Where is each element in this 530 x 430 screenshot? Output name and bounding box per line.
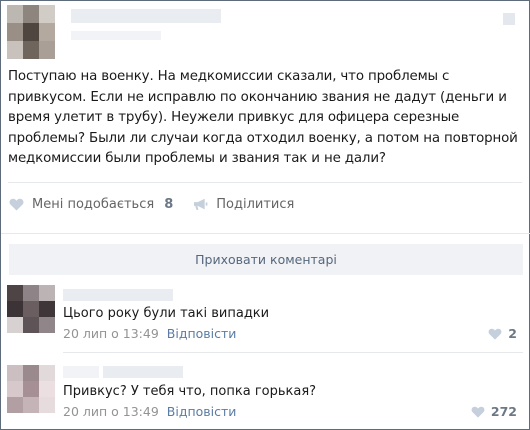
comment-time[interactable]: 20 лип о 13:49 <box>63 404 159 419</box>
more-icon[interactable] <box>503 13 515 25</box>
like-label: Мені подобається <box>32 196 155 212</box>
share-label: Поділитися <box>216 196 295 212</box>
comment-author-blurred[interactable] <box>63 366 99 378</box>
reply-link[interactable]: Відповісти <box>167 404 237 419</box>
comment-meta: 20 лип о 13:49 Відповісти <box>63 404 236 419</box>
comment-like-button[interactable]: 272 <box>471 404 517 419</box>
post-card: Поступаю на военку. На медкомиссии сказа… <box>0 0 530 430</box>
heart-icon <box>9 198 24 211</box>
reply-link[interactable]: Відповісти <box>167 326 237 341</box>
hide-comments-button[interactable]: Приховати коментарі <box>9 244 523 275</box>
comment-text: Цього року були такі випадки <box>63 306 270 321</box>
comment-author-blurred[interactable] <box>103 366 183 378</box>
post-actions: Мені подобається 8 Поділитися <box>9 195 294 213</box>
heart-icon <box>471 406 485 418</box>
author-avatar[interactable] <box>7 5 55 59</box>
comment-author-blurred[interactable] <box>63 289 173 301</box>
share-button[interactable]: Поділитися <box>193 197 294 212</box>
author-name-blurred[interactable] <box>71 9 221 23</box>
comment-like-count: 2 <box>508 326 517 341</box>
divider <box>8 182 522 183</box>
comment-text: Привкус? У тебя что, попка горькая? <box>63 384 317 399</box>
heart-icon <box>488 328 502 340</box>
like-button[interactable]: Мені подобається 8 <box>9 197 173 212</box>
post-text: Поступаю на военку. На медкомиссии сказа… <box>8 69 518 166</box>
megaphone-icon <box>194 198 208 210</box>
divider <box>1 233 530 234</box>
post-date-blurred <box>71 31 161 40</box>
comment-time[interactable]: 20 лип о 13:49 <box>63 326 159 341</box>
comment-avatar[interactable] <box>7 365 55 413</box>
comment-meta: 20 лип о 13:49 Відповісти <box>63 326 236 341</box>
divider <box>63 352 523 353</box>
comment-avatar[interactable] <box>7 285 55 333</box>
comment-like-button[interactable]: 2 <box>488 326 517 341</box>
like-count: 8 <box>164 196 174 212</box>
comment-like-count: 272 <box>490 404 517 419</box>
